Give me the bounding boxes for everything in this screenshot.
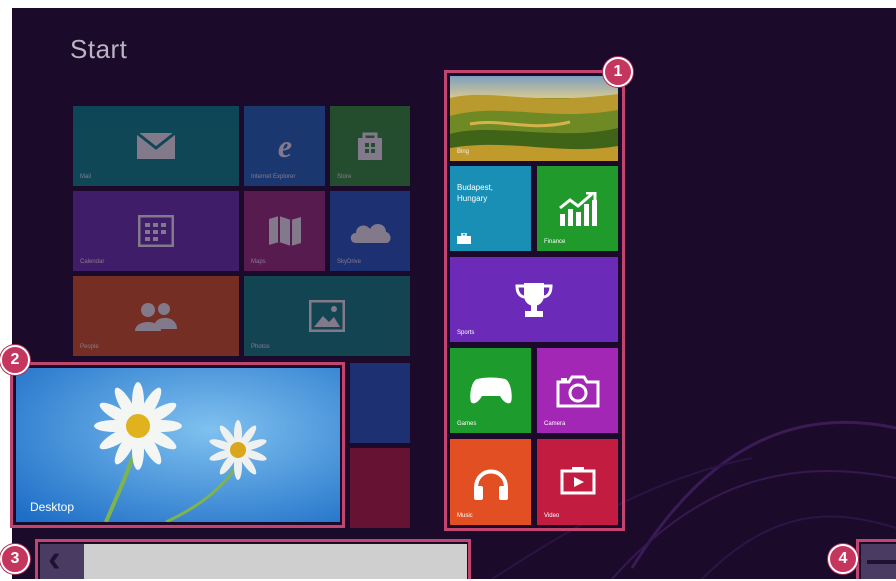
callout-badge-2: 2	[0, 345, 30, 375]
tile-travel[interactable]: Budapest, Hungary	[450, 166, 531, 251]
tile-label: Photos	[251, 344, 270, 350]
games-controller-icon	[469, 377, 512, 403]
tile-skydrive[interactable]: SkyDrive	[330, 191, 410, 271]
tile-label: Video	[544, 513, 560, 519]
desktop-tile-label: Desktop	[30, 500, 75, 514]
minus-icon	[867, 560, 896, 564]
tile-calendar[interactable]: Calendar	[73, 191, 239, 271]
tile-photos[interactable]: Photos	[244, 276, 410, 356]
skydrive-icon	[350, 223, 391, 243]
semantic-zoom-button[interactable]	[861, 544, 896, 579]
sports-trophy-icon	[515, 282, 553, 317]
tile-label: Calendar	[80, 259, 105, 265]
internet-explorer-icon: e	[277, 129, 291, 163]
svg-text:e: e	[277, 129, 291, 163]
camera-icon	[556, 375, 599, 407]
calendar-icon	[138, 215, 174, 247]
tile-music[interactable]: Music	[450, 439, 531, 525]
tile-label: Store	[337, 174, 352, 180]
tile-bing[interactable]: Bing	[450, 76, 618, 161]
tile-label: Games	[457, 421, 477, 427]
scroll-left-button[interactable]: ‹	[40, 538, 84, 580]
tile-blank-red[interactable]	[350, 448, 410, 528]
tile-people[interactable]: People	[73, 276, 239, 356]
tile-label: Bing	[457, 149, 470, 155]
tile-label: Maps	[251, 259, 266, 265]
travel-location-line2: Hungary	[457, 194, 488, 203]
music-headphones-icon	[473, 469, 508, 500]
tile-label: People	[80, 344, 99, 350]
tile-label: SkyDrive	[337, 259, 362, 265]
video-play-icon	[560, 467, 595, 495]
tile-games[interactable]: Games	[450, 348, 531, 433]
callout-badge-4: 4	[828, 544, 858, 574]
store-icon	[358, 132, 382, 160]
tile-label: Music	[457, 513, 473, 519]
suitcase-icon	[457, 233, 471, 244]
photos-icon	[309, 300, 345, 332]
tile-blank-blue[interactable]	[350, 363, 410, 443]
tile-label: Sports	[457, 330, 475, 336]
horizontal-scrollbar[interactable]: ‹	[40, 538, 467, 580]
callout-badge-3: 3	[0, 544, 30, 574]
tile-label: Internet Explorer	[251, 174, 296, 180]
tile-label: Finance	[544, 239, 566, 245]
tile-label: Mail	[80, 174, 92, 180]
people-icon	[135, 303, 177, 331]
tile-maps[interactable]: Maps	[244, 191, 325, 271]
finance-icon	[558, 191, 597, 226]
tile-sports[interactable]: Sports	[450, 257, 618, 342]
tile-internet-explorer[interactable]: e Internet Explorer	[244, 106, 325, 186]
tile-label: Camera	[544, 421, 566, 427]
start-title: Start	[70, 34, 128, 64]
maps-icon	[268, 216, 301, 246]
chevron-left-icon: ‹	[48, 538, 61, 580]
tile-desktop[interactable]: Desktop	[16, 368, 340, 522]
tile-mail[interactable]: Mail	[73, 106, 239, 186]
travel-location-line1: Budapest,	[457, 183, 494, 192]
tile-finance[interactable]: Finance	[537, 166, 618, 251]
landscape-image	[450, 76, 618, 161]
tile-store[interactable]: Store	[330, 106, 410, 186]
screenshot: Start Mail e Internet Explorer Store Cal…	[0, 0, 896, 580]
callout-badge-1: 1	[603, 57, 633, 87]
daisy-wallpaper	[16, 368, 340, 522]
tile-camera[interactable]: Camera	[537, 348, 618, 433]
mail-icon	[136, 132, 176, 159]
tile-video[interactable]: Video	[537, 439, 618, 525]
